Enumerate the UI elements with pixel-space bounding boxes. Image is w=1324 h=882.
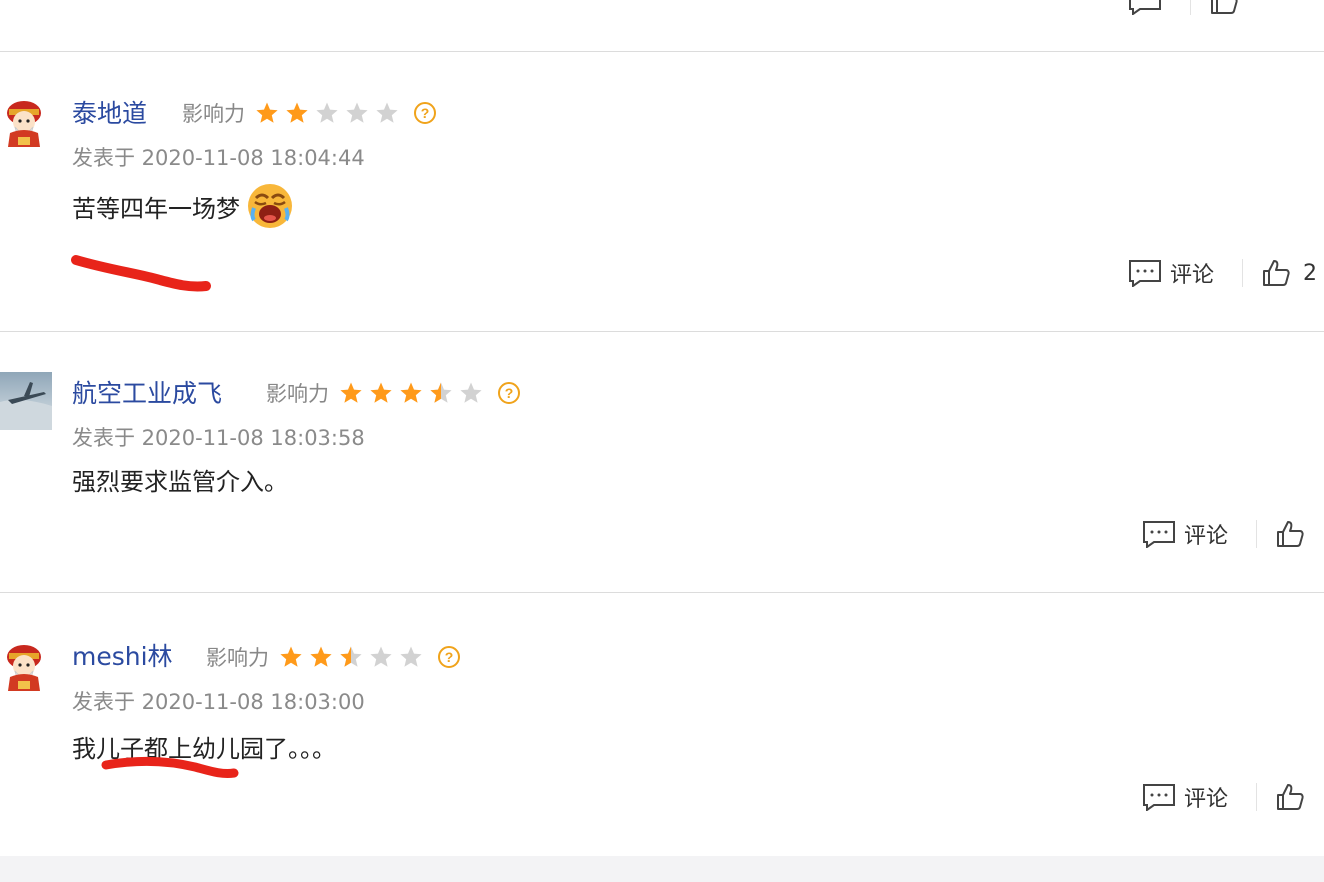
action-separator	[1256, 520, 1258, 548]
like-button[interactable]	[1209, 0, 1239, 16]
star-rating	[339, 381, 483, 405]
comment-actions: 评论	[1142, 518, 1305, 550]
question-circle-icon[interactable]: ?	[437, 645, 461, 669]
username[interactable]: 航空工业成飞	[72, 374, 222, 410]
svg-text:?: ?	[421, 105, 430, 121]
star-filled-icon	[340, 382, 362, 403]
comment-item: meshi林 影响力 ? 发表于 2020-11-08 18:03:00 我儿子…	[0, 593, 1324, 856]
post-date: 发表于 2020-11-08 18:04:44	[72, 146, 365, 170]
comment-button[interactable]: 评论	[1128, 257, 1214, 289]
like-button[interactable]	[1275, 519, 1305, 549]
star-empty-icon	[376, 102, 398, 123]
question-circle-icon[interactable]: ?	[413, 101, 437, 125]
comment-text: 强烈要求监管介入。	[72, 462, 288, 497]
avatar[interactable]	[0, 372, 52, 430]
star-empty-icon	[316, 102, 338, 123]
action-separator	[1256, 783, 1258, 811]
comment-text-body: 强烈要求监管介入。	[72, 468, 288, 496]
comment-text: 苦等四年一场梦	[72, 182, 294, 230]
influence-rating: 影响力 ?	[182, 98, 437, 128]
influence-rating: 影响力 ?	[266, 378, 521, 408]
star-empty-icon	[370, 646, 392, 667]
comment-bubble-icon	[1129, 260, 1161, 287]
question-circle-icon[interactable]: ?	[497, 381, 521, 405]
star-rating	[255, 101, 399, 125]
influence-label: 影响力	[206, 646, 269, 670]
influence-label: 影响力	[182, 102, 245, 126]
thumbs-up-icon	[1263, 260, 1290, 286]
star-filled-icon	[256, 102, 278, 123]
action-separator	[1242, 259, 1244, 287]
thumbs-up-icon	[1277, 521, 1304, 547]
comment-item: 航空工业成飞 影响力 ? 发表于 2020-11-08 18:03:58 强烈要…	[0, 332, 1324, 592]
comment-bubble-icon	[1129, 0, 1161, 15]
comment-button[interactable]	[1128, 0, 1162, 15]
star-filled-icon	[400, 382, 422, 403]
star-half-icon	[430, 382, 452, 403]
like-button[interactable]	[1275, 782, 1305, 812]
like-count: 2	[1303, 260, 1318, 286]
crying-face-emoji	[248, 184, 292, 228]
svg-text:?: ?	[445, 649, 454, 665]
avatar[interactable]	[0, 97, 52, 155]
comment-bubble-icon	[1143, 784, 1175, 811]
red-annotation-stroke	[101, 756, 239, 778]
star-empty-icon	[460, 382, 482, 403]
star-filled-icon	[370, 382, 392, 403]
influence-rating: 影响力 ?	[206, 642, 461, 672]
comment-bubble-icon	[1143, 521, 1175, 548]
star-filled-icon	[310, 646, 332, 667]
username[interactable]: meshi林	[72, 637, 173, 673]
comment-text-body: 苦等四年一场梦	[72, 194, 240, 223]
like-button[interactable]: 2	[1261, 258, 1317, 288]
red-annotation-stroke	[71, 255, 211, 292]
username[interactable]: 泰地道	[72, 94, 147, 130]
star-empty-icon	[400, 646, 422, 667]
influence-label: 影响力	[266, 382, 329, 406]
star-empty-icon	[346, 102, 368, 123]
thumbs-up-icon	[1211, 0, 1238, 14]
post-date: 发表于 2020-11-08 18:03:58	[72, 426, 365, 450]
star-filled-icon	[280, 646, 302, 667]
avatar[interactable]	[0, 641, 52, 699]
comment-button[interactable]: 评论	[1142, 781, 1228, 813]
previous-comment-remnant	[0, 0, 1324, 50]
comment-button[interactable]: 评论	[1142, 518, 1228, 550]
previous-comment-actions	[1128, 0, 1239, 16]
star-filled-icon	[286, 102, 308, 123]
comment-button-label: 评论	[1184, 524, 1229, 549]
star-rating	[279, 645, 423, 669]
comment-actions: 评论 2	[1128, 257, 1317, 289]
action-separator	[1190, 0, 1191, 15]
comment-item: 泰地道 影响力 ? 发表于 2020-11-08 18:04:44 苦等四年一场…	[0, 52, 1324, 331]
thumbs-up-icon	[1277, 784, 1304, 810]
star-half-icon	[340, 646, 362, 667]
footer-strip	[0, 856, 1324, 882]
post-date: 发表于 2020-11-08 18:03:00	[72, 690, 365, 714]
svg-text:?: ?	[505, 385, 514, 401]
comment-button-label: 评论	[1170, 263, 1215, 288]
comment-actions: 评论	[1142, 781, 1305, 813]
comment-button-label: 评论	[1184, 787, 1229, 812]
